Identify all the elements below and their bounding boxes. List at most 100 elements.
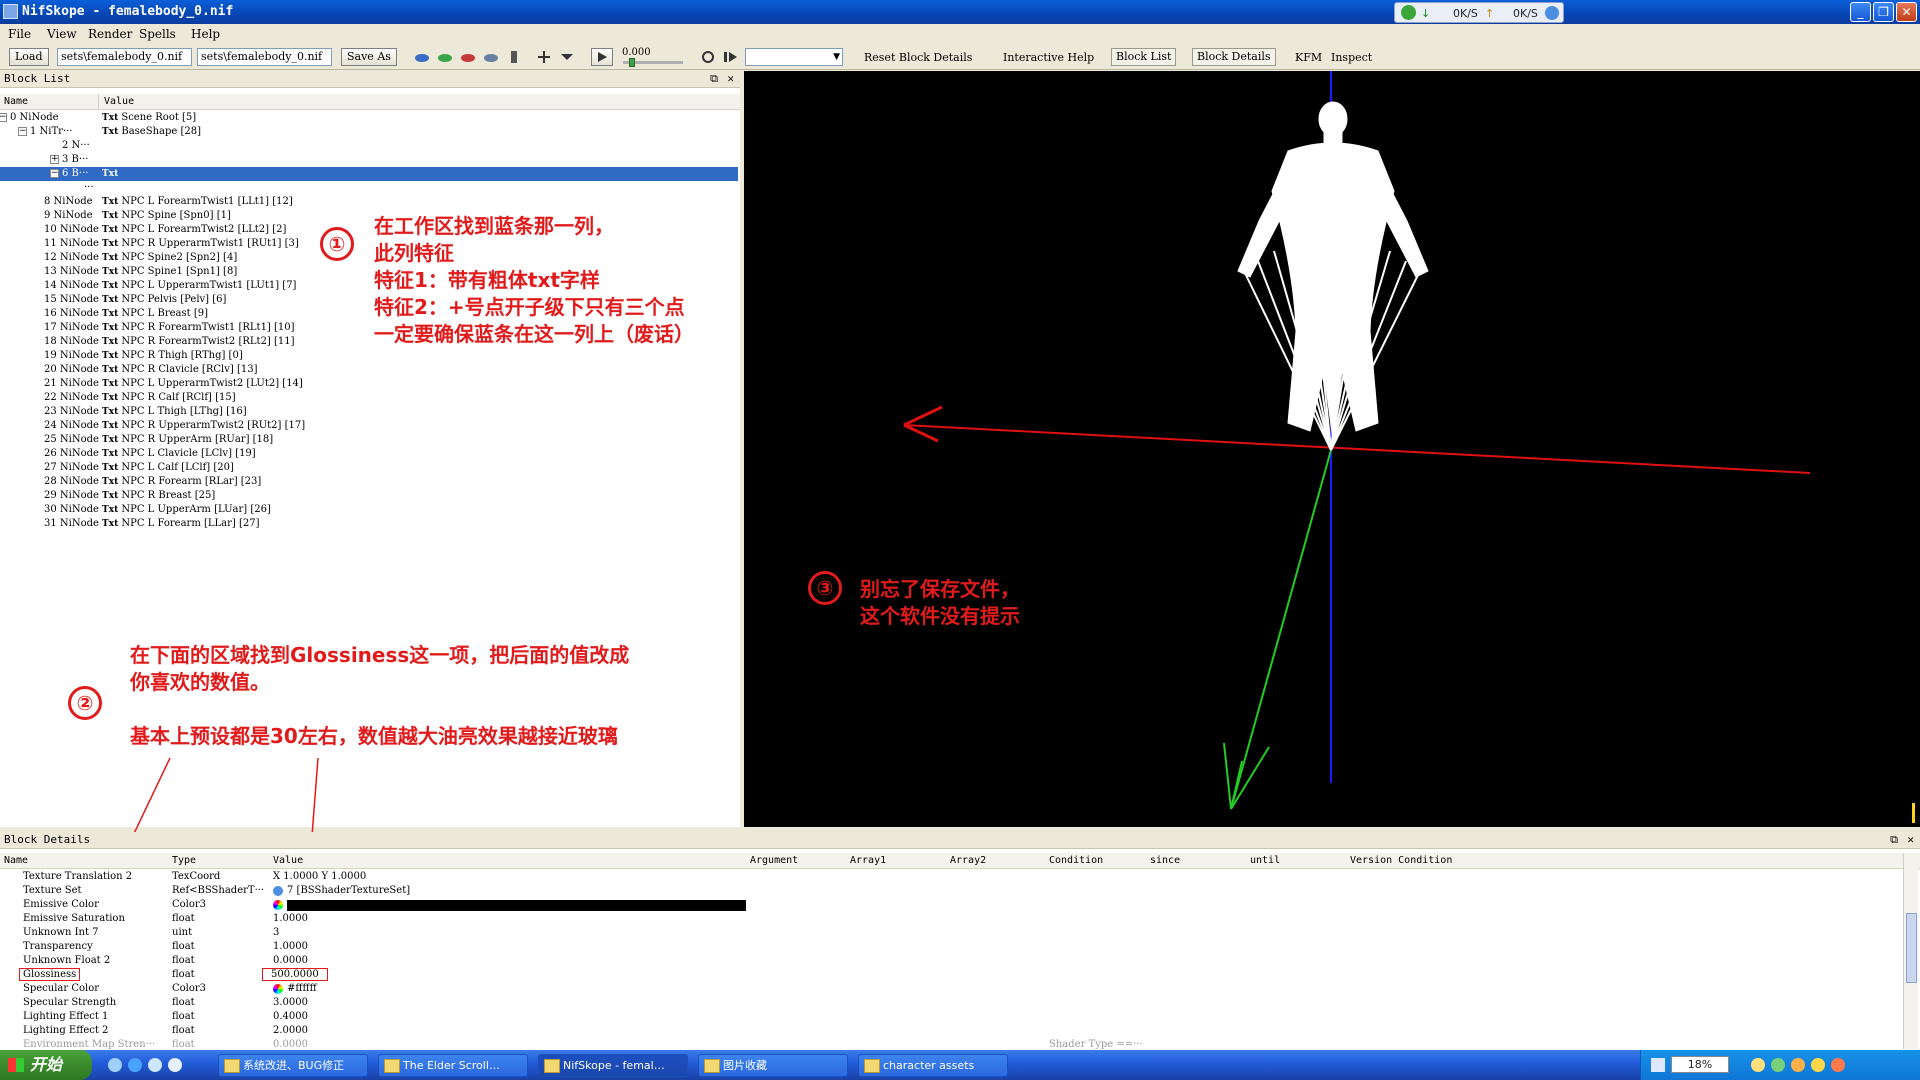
detail-row[interactable]: Emissive Color Color3 xyxy=(0,898,1890,912)
block-row[interactable]: 8 NiNode Txt NPC L ForearmTwist1 [LLt1] [… xyxy=(0,195,738,209)
view-top-icon[interactable] xyxy=(414,50,430,64)
interactive-help-button[interactable]: Interactive Help xyxy=(1003,51,1094,64)
block-row[interactable]: 27 NiNode Txt NPC L Calf [LClf] [20] xyxy=(0,461,738,475)
render-viewport[interactable] xyxy=(744,71,1920,827)
save-as-button[interactable]: Save As xyxy=(341,48,397,66)
minimize-button[interactable]: _ xyxy=(1850,2,1871,22)
time-slider[interactable] xyxy=(623,58,683,67)
block-row[interactable]: 26 NiNode Txt NPC L Clavicle [LClv] [19] xyxy=(0,447,738,461)
start-button[interactable]: 开始 xyxy=(0,1050,92,1080)
maximize-button[interactable]: ❐ xyxy=(1873,2,1894,22)
detail-row[interactable]: Transparency float 1.0000 xyxy=(0,940,1890,954)
block-row[interactable]: ··· xyxy=(0,181,738,195)
expand-icon[interactable]: + xyxy=(50,155,59,164)
column-value[interactable]: Value xyxy=(273,855,303,866)
block-row[interactable]: 31 NiNode Txt NPC L Forearm [LLar] [27] xyxy=(0,517,738,531)
time-slider-handle[interactable] xyxy=(629,58,635,67)
close-icon[interactable]: ✕ xyxy=(1907,832,1914,848)
column-array1[interactable]: Array1 xyxy=(850,855,886,866)
tray-icon[interactable] xyxy=(1791,1058,1805,1072)
view-user-icon[interactable] xyxy=(483,50,499,64)
menu-view[interactable]: View xyxy=(47,27,77,41)
block-row[interactable]: −1 NiTr··· Txt BaseShape [28] xyxy=(0,125,738,139)
collapse-icon[interactable]: − xyxy=(50,169,59,178)
tray-icon[interactable] xyxy=(1771,1058,1785,1072)
block-row[interactable]: 24 NiNode Txt NPC R UpperarmTwist2 [RUt2]… xyxy=(0,419,738,433)
block-row[interactable]: −0 NiNode Txt Scene Root [5] xyxy=(0,111,738,125)
color-picker-icon[interactable] xyxy=(273,900,283,910)
block-row[interactable]: 2 N··· xyxy=(0,139,738,153)
tray-icon[interactable] xyxy=(1751,1058,1765,1072)
keyboard-icon[interactable] xyxy=(1651,1058,1665,1072)
detail-row[interactable]: Texture Translation 2 TexCoord X 1.0000 Y … xyxy=(0,870,1890,884)
column-argument[interactable]: Argument xyxy=(750,855,798,866)
block-row[interactable]: 28 NiNode Txt NPC R Forearm [RLar] [23] xyxy=(0,475,738,489)
block-row[interactable]: 19 NiNode Txt NPC R Thigh [RThg] [0] xyxy=(0,349,738,363)
block-row[interactable]: 25 NiNode Txt NPC R UpperArm [RUar] [18] xyxy=(0,433,738,447)
collapse-icon[interactable]: − xyxy=(0,113,7,122)
column-value[interactable]: Value xyxy=(104,96,134,107)
block-row[interactable]: 30 NiNode Txt NPC L UpperArm [LUar] [26] xyxy=(0,503,738,517)
walk-icon[interactable] xyxy=(506,50,522,64)
task-button[interactable]: The Elder Scroll… xyxy=(378,1054,528,1077)
block-row-selected[interactable]: −6 B··· Txt xyxy=(0,167,738,181)
column-until[interactable]: until xyxy=(1250,855,1280,866)
load-path-field[interactable]: sets\femalebody_0.nif xyxy=(57,48,192,66)
quick-launch-icon[interactable] xyxy=(148,1058,162,1072)
close-icon[interactable]: ✕ xyxy=(727,71,734,87)
column-version-condition[interactable]: Version Condition xyxy=(1350,855,1452,866)
save-path-field[interactable]: sets\femalebody_0.nif xyxy=(197,48,332,66)
tray-icon[interactable] xyxy=(1831,1058,1845,1072)
block-row[interactable]: 29 NiNode Txt NPC R Breast [25] xyxy=(0,489,738,503)
show-desktop-icon[interactable] xyxy=(108,1058,122,1072)
block-row[interactable]: +3 B··· xyxy=(0,153,738,167)
title-bar[interactable]: NifSkope - femalebody_0.nif ↓ 0K/S ↑ 0K/… xyxy=(0,0,1920,24)
menu-render[interactable]: Render xyxy=(88,27,132,41)
column-array2[interactable]: Array2 xyxy=(950,855,986,866)
battery-indicator[interactable]: 18% xyxy=(1671,1056,1729,1073)
task-button[interactable]: 系统改进、BUG修正 xyxy=(218,1054,368,1077)
detail-row[interactable]: Lighting Effect 2 float 2.0000 xyxy=(0,1024,1890,1038)
switch-animation-icon[interactable] xyxy=(723,50,739,64)
details-scrollbar[interactable] xyxy=(1903,853,1918,1049)
block-details-toggle[interactable]: Block Details xyxy=(1192,48,1276,66)
column-divider[interactable] xyxy=(98,94,99,109)
column-since[interactable]: since xyxy=(1150,855,1180,866)
column-type[interactable]: Type xyxy=(172,855,196,866)
column-name[interactable]: Name xyxy=(4,96,28,107)
view-front-icon[interactable] xyxy=(437,50,453,64)
view-side-icon[interactable] xyxy=(460,50,476,64)
close-button[interactable]: ✕ xyxy=(1896,2,1917,22)
float-icon[interactable]: ⧉ xyxy=(1890,832,1898,848)
glossiness-row[interactable]: Glossiness float 500.0000 xyxy=(0,968,1890,982)
load-button[interactable]: Load xyxy=(9,48,49,66)
detail-row[interactable]: Lighting Effect 1 float 0.4000 xyxy=(0,1010,1890,1024)
tray-icon[interactable] xyxy=(1811,1058,1825,1072)
menu-help[interactable]: Help xyxy=(191,27,220,41)
block-row[interactable]: 21 NiNode Txt NPC L UpperarmTwist2 [LUt2]… xyxy=(0,377,738,391)
column-condition[interactable]: Condition xyxy=(1049,855,1103,866)
details-scrollbar-thumb[interactable] xyxy=(1906,913,1917,983)
task-button[interactable]: 图片收藏 xyxy=(698,1054,848,1077)
quick-launch-icon[interactable] xyxy=(168,1058,182,1072)
reset-block-details-button[interactable]: Reset Block Details xyxy=(864,51,972,64)
chevron-down-icon[interactable] xyxy=(559,50,575,64)
menu-file[interactable]: File xyxy=(8,27,31,41)
detail-value[interactable]: 500.0000 xyxy=(262,968,328,981)
task-button-active[interactable]: NifSkope - femal… xyxy=(538,1054,688,1077)
column-name[interactable]: Name xyxy=(4,855,28,866)
loop-icon[interactable] xyxy=(700,50,716,64)
task-button[interactable]: character assets xyxy=(858,1054,1008,1077)
block-list-toggle[interactable]: Block List xyxy=(1111,48,1177,66)
detail-row[interactable]: Specular Color Color3 #ffffff xyxy=(0,982,1890,996)
color-picker-icon[interactable] xyxy=(273,984,283,994)
menu-spells[interactable]: Spells xyxy=(139,27,176,41)
detail-row[interactable]: Emissive Saturation float 1.0000 xyxy=(0,912,1890,926)
ie-browser-icon[interactable] xyxy=(128,1058,142,1072)
block-link-icon[interactable] xyxy=(273,886,283,896)
play-button[interactable] xyxy=(591,48,613,66)
block-row[interactable]: 23 NiNode Txt NPC L Thigh [LThg] [16] xyxy=(0,405,738,419)
collapse-icon[interactable]: − xyxy=(18,127,27,136)
detail-row[interactable]: Texture Set Ref<BSShaderT··· 7 [BSShaderTe… xyxy=(0,884,1890,898)
float-icon[interactable]: ⧉ xyxy=(710,71,718,87)
